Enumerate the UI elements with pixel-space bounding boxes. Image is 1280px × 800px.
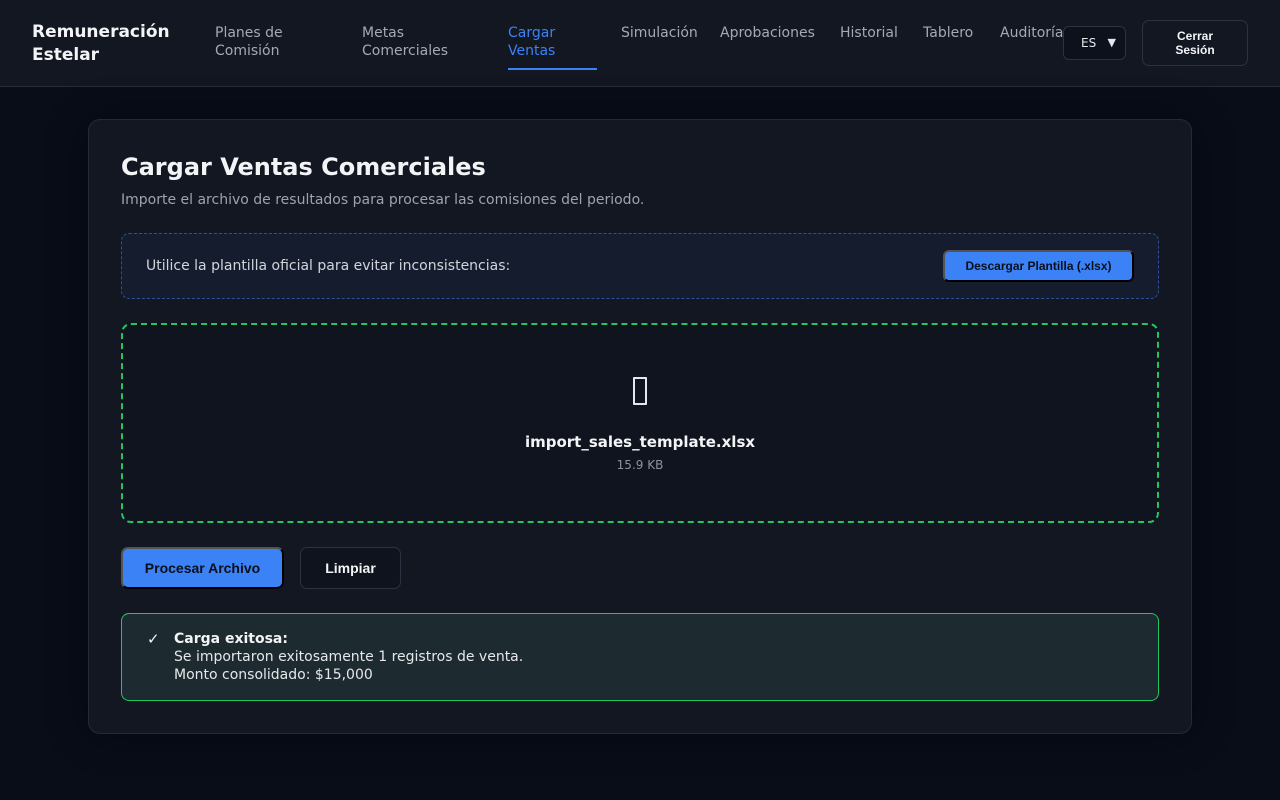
nav-item-commission-plans[interactable]: Planes de Comisión <box>215 24 335 60</box>
alert-amount: Monto consolidado: $15,000 <box>174 667 373 683</box>
alert-message: Se importaron exitosamente 1 registros d… <box>174 649 524 665</box>
template-notice: Utilice la plantilla oficial para evitar… <box>121 233 1159 299</box>
nav-item-commercial-goals[interactable]: Metas Comerciales <box>362 24 482 60</box>
nav-item-dashboard[interactable]: Tablero <box>923 24 973 42</box>
upload-sales-card: Cargar Ventas Comerciales Importe el arc… <box>88 119 1192 734</box>
alert-title: Carga exitosa: <box>174 631 288 647</box>
success-alert: ✓ Carga exitosa: Se importaron exitosame… <box>121 613 1159 701</box>
uploaded-file-size: 15.9 KB <box>616 458 664 472</box>
download-template-button[interactable]: Descargar Plantilla (.xlsx) <box>943 250 1134 282</box>
page-title: Cargar Ventas Comerciales <box>121 153 486 181</box>
template-notice-text: Utilice la plantilla oficial para evitar… <box>146 258 511 274</box>
file-icon <box>123 375 1157 413</box>
file-dropzone[interactable]: import_sales_template.xlsx 15.9 KB <box>121 323 1159 523</box>
nav-item-upload-sales[interactable]: Cargar Ventas <box>508 24 597 70</box>
check-icon: ✓ <box>147 630 160 648</box>
top-navigation-bar: Remuneración Estelar Planes de Comisión … <box>0 0 1280 87</box>
brand-logo[interactable]: Remuneración Estelar <box>32 21 192 67</box>
logout-button[interactable]: Cerrar Sesión <box>1142 20 1248 66</box>
process-file-button[interactable]: Procesar Archivo <box>121 547 284 589</box>
language-select[interactable]: ES ▼ <box>1063 26 1126 60</box>
nav-item-approvals[interactable]: Aprobaciones <box>720 24 815 42</box>
chevron-down-icon: ▼ <box>1107 36 1116 49</box>
nav-item-audit[interactable]: Auditoría <box>1000 24 1064 42</box>
nav-item-simulation[interactable]: Simulación <box>621 24 698 42</box>
uploaded-file-name: import_sales_template.xlsx <box>524 433 756 451</box>
clear-button[interactable]: Limpiar <box>300 547 401 589</box>
page-subtitle: Importe el archivo de resultados para pr… <box>121 192 645 208</box>
language-select-value: ES <box>1081 36 1097 50</box>
nav-item-history[interactable]: Historial <box>840 24 898 42</box>
